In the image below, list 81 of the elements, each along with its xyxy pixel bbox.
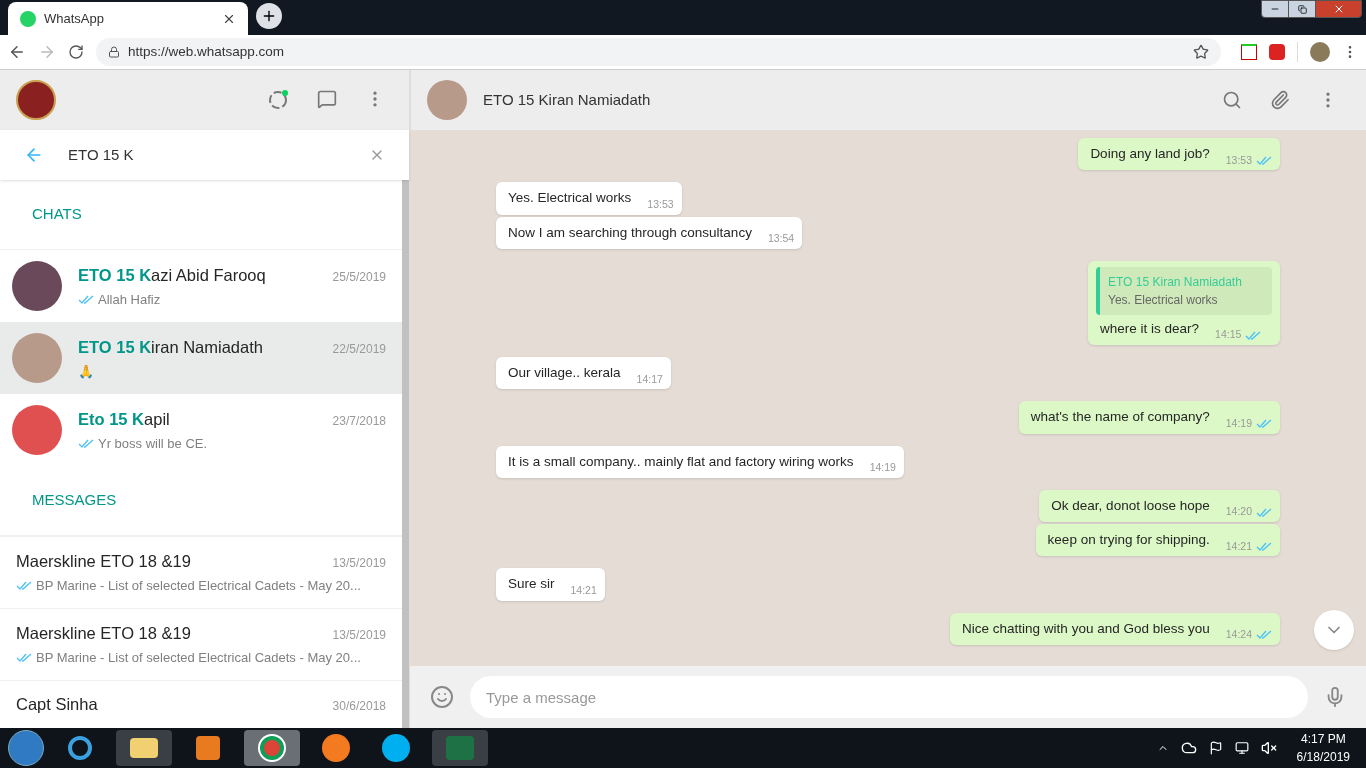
chat-list-item[interactable]: ETO 15 Kiran Namiadath 22/5/2019 🙏 — [0, 322, 402, 394]
new-tab-button[interactable] — [256, 3, 282, 29]
paperclip-icon[interactable] — [1270, 90, 1290, 110]
message-text: Doing any land job? — [1089, 145, 1211, 163]
search-icon[interactable] — [1222, 90, 1242, 110]
message-text: what's the name of company? — [1029, 408, 1211, 427]
browser-tab[interactable]: WhatsApp — [8, 2, 248, 35]
message-time: 14:20 — [1225, 504, 1252, 520]
cloud-icon[interactable] — [1180, 740, 1197, 756]
folder-taskbar-button[interactable] — [116, 730, 172, 766]
message-time: 14:21 — [1225, 538, 1252, 554]
message-time: 14:24 — [1225, 627, 1252, 642]
contact-name: Maerskline ETO 18 &19 — [16, 551, 191, 573]
section-heading: MESSAGES — [32, 490, 117, 511]
chat-date: 13/5/2019 — [332, 555, 386, 573]
message-text: Nice chatting with you and God bless you — [961, 619, 1211, 638]
contact-name: ETO 15 Kiran Namiadath — [78, 336, 263, 358]
message-time: 14:19 — [869, 460, 896, 475]
message-preview: BP Marine - List of selected Electrical Cadets - May 20... — [36, 577, 361, 596]
contact-name: ETO 15 Kazi Abid Farooq — [78, 264, 266, 286]
message-preview: Yr boss will be CE. — [98, 434, 208, 453]
chat-date: 30/6/2018 — [332, 698, 386, 716]
url-text: https://web.whatsapp.com — [128, 42, 286, 61]
quote-text: Yes. Electrical works — [1108, 291, 1219, 309]
restore-icon — [1297, 4, 1307, 14]
plus-icon — [261, 8, 277, 24]
avatar-photo — [12, 333, 62, 383]
message-time: 14:15 — [1215, 327, 1242, 343]
star-icon[interactable] — [1193, 44, 1209, 60]
minimize-button[interactable] — [1261, 0, 1289, 18]
extension-stop-icon[interactable] — [1269, 44, 1285, 60]
message-preview: Allah Hafiz — [98, 290, 161, 309]
clock-date[interactable]: 6/18/2019 — [1296, 748, 1350, 766]
message-text: where it is dear? — [1099, 319, 1201, 338]
new-chat-icon[interactable] — [317, 89, 337, 109]
message-text: Ok dear, donot loose hope — [1050, 496, 1211, 515]
message-preview: 🙏 — [78, 362, 94, 381]
start-button[interactable] — [8, 730, 44, 766]
profile-avatar[interactable] — [16, 80, 56, 120]
message-time: 13:54 — [767, 231, 795, 246]
quoted-message[interactable]: ETO 15 Kiran Namiadath Yes. Electrical works — [1096, 266, 1272, 315]
extension-shield-icon[interactable] — [1241, 44, 1257, 60]
profile-avatar[interactable] — [1310, 42, 1330, 62]
reload-icon[interactable] — [68, 44, 84, 60]
avatar-photo — [12, 405, 62, 455]
chat-date: 23/7/2018 — [332, 412, 386, 430]
message-text: Sure sir — [507, 575, 556, 594]
quote-author: ETO 15 Kiran Namiadath — [1108, 273, 1243, 291]
message-text: Yes. Electrical works — [507, 189, 633, 208]
message-time: 13:53 — [647, 196, 674, 212]
restore-button[interactable] — [1289, 0, 1315, 18]
tab-title: WhatsApp — [44, 9, 105, 28]
emoji-icon[interactable] — [430, 685, 454, 709]
message-text: Now I am searching through consultancy — [507, 223, 753, 242]
message-text: Our village.. kerala — [507, 364, 622, 382]
clock-time[interactable]: 4:17 PM — [1300, 730, 1346, 748]
message-text: keep on trying for shipping. — [1046, 531, 1211, 549]
contact-name: Maerskline ETO 18 &19 — [16, 623, 191, 645]
message-time: 14:19 — [1225, 415, 1252, 431]
status-icon[interactable] — [267, 89, 289, 111]
contact-name: Capt Sinha — [16, 694, 98, 716]
message-time: 13:53 — [1225, 152, 1252, 168]
message-time: 14:21 — [570, 582, 597, 598]
avatar-photo — [12, 261, 62, 311]
back-icon[interactable] — [8, 43, 26, 61]
flag-icon[interactable] — [1208, 741, 1223, 755]
scrollbar[interactable] — [402, 180, 409, 728]
message-time: 14:17 — [636, 371, 663, 387]
lock-icon — [108, 46, 120, 58]
message-text: It is a small company.. mainly flat and factory wiring works — [507, 452, 855, 471]
contact-name: Eto 15 Kapil — [78, 408, 170, 430]
address-bar[interactable]: https://web.whatsapp.com — [96, 38, 1221, 66]
chat-date: 25/5/2019 — [332, 268, 386, 286]
chat-date: 22/5/2019 — [332, 340, 386, 358]
message-preview: BP Marine - List of selected Electrical Cadets - May 20... — [36, 649, 361, 668]
message-input[interactable]: Type a message — [470, 676, 1308, 718]
muted-speaker-icon[interactable] — [1260, 740, 1277, 756]
chat-date: 13/5/2019 — [332, 627, 386, 645]
search-field[interactable]: ETO 15 K — [68, 143, 345, 167]
section-heading: CHATS — [32, 204, 82, 225]
network-icon[interactable] — [1234, 741, 1249, 755]
